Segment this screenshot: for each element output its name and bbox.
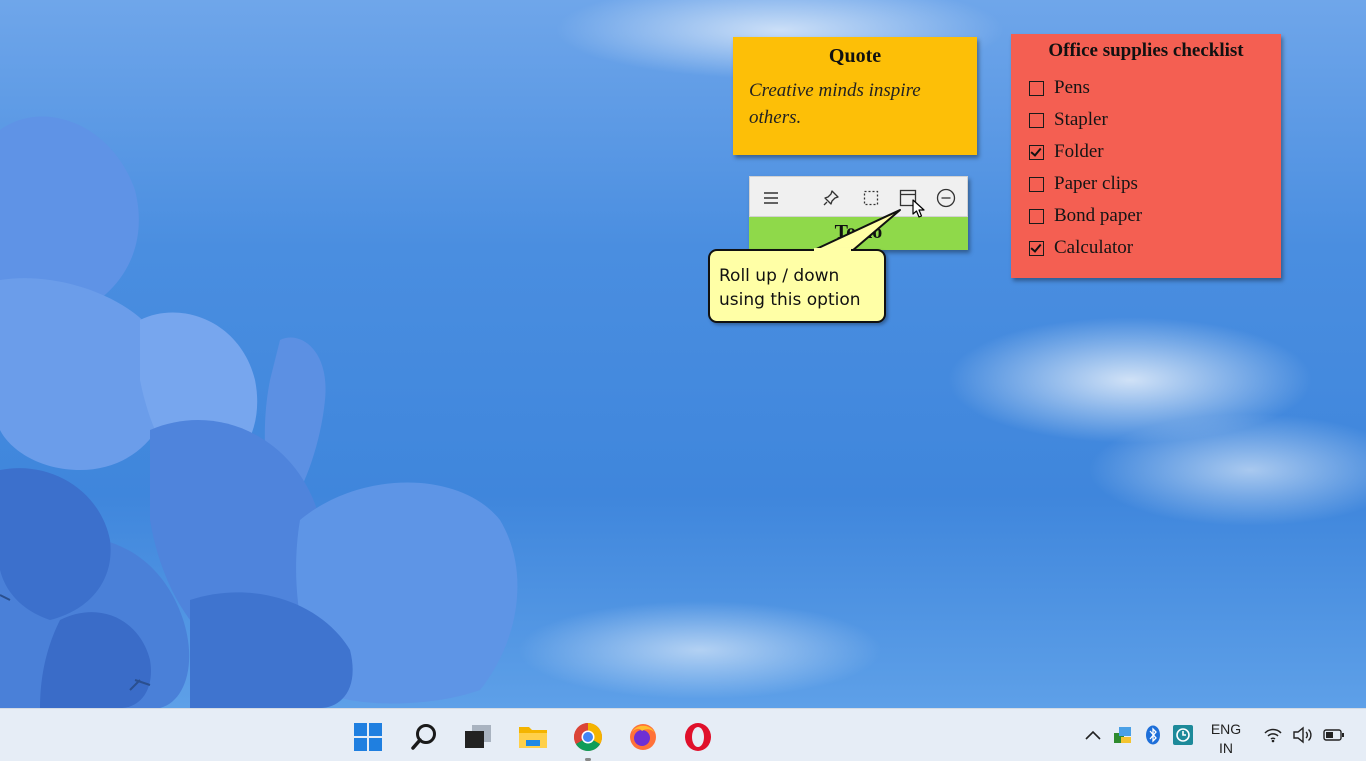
windows-start-icon[interactable] <box>352 721 384 753</box>
mouse-cursor-icon <box>912 199 925 218</box>
checklist-item-label: Bond paper <box>1054 205 1143 226</box>
checkbox[interactable] <box>1029 112 1044 128</box>
taskbar: ENG IN <box>0 708 1366 761</box>
callout-text: Roll up / down using this option <box>719 266 861 310</box>
checklist: Pens Stapler Folder Paper clips Bond pap… <box>1029 72 1142 264</box>
checklist-item[interactable]: Pens <box>1029 72 1142 104</box>
checklist-item-label: Paper clips <box>1054 173 1138 194</box>
todo-sticky-note[interactable]: To do <box>749 176 968 250</box>
note-title: To do <box>834 221 883 243</box>
note-body[interactable]: Creative minds inspire others. <box>749 77 965 131</box>
checklist-item[interactable]: Calculator <box>1029 232 1142 264</box>
opera-icon[interactable] <box>682 721 714 753</box>
flower-wallpaper-image <box>0 116 518 708</box>
checklist-sticky-note[interactable]: Office supplies checklist Pens Stapler F… <box>1011 34 1281 278</box>
region-code: IN <box>1219 740 1233 756</box>
note-title: Office supplies checklist <box>1048 40 1244 61</box>
checklist-item-label: Calculator <box>1054 237 1134 258</box>
checkbox[interactable] <box>1029 208 1044 224</box>
quote-sticky-note[interactable]: Quote Creative minds inspire others. <box>733 37 977 155</box>
chrome-icon[interactable] <box>572 721 604 753</box>
bluetooth-icon[interactable] <box>1143 723 1163 747</box>
chevron-up-icon[interactable] <box>1083 723 1103 747</box>
network-app-icon[interactable] <box>1112 723 1134 747</box>
task-view-icon[interactable] <box>462 721 494 753</box>
select-icon[interactable] <box>861 188 881 208</box>
pin-icon[interactable] <box>821 188 841 208</box>
firefox-icon[interactable] <box>627 721 659 753</box>
checkbox[interactable] <box>1029 176 1044 192</box>
checklist-item[interactable]: Stapler <box>1029 104 1142 136</box>
wifi-icon[interactable] <box>1262 723 1284 747</box>
battery-icon[interactable] <box>1322 723 1346 747</box>
checklist-item[interactable]: Bond paper <box>1029 200 1142 232</box>
checklist-item[interactable]: Folder <box>1029 136 1142 168</box>
checklist-item-label: Stapler <box>1054 109 1108 130</box>
minimize-icon[interactable] <box>936 188 956 208</box>
language-code: ENG <box>1210 721 1242 737</box>
backup-icon[interactable] <box>1171 723 1195 747</box>
checkbox[interactable] <box>1029 80 1044 96</box>
search-icon[interactable] <box>408 721 440 753</box>
language-indicator[interactable]: ENG IN <box>1208 720 1244 758</box>
file-explorer-icon[interactable] <box>517 721 549 753</box>
checklist-item[interactable]: Paper clips <box>1029 168 1142 200</box>
checklist-item-label: Pens <box>1054 77 1090 98</box>
note-title: Quote <box>828 45 882 67</box>
checkbox[interactable] <box>1029 240 1044 256</box>
note-header[interactable]: To do <box>749 217 968 250</box>
menu-icon[interactable] <box>761 188 781 208</box>
volume-icon[interactable] <box>1291 723 1315 747</box>
checklist-item-label: Folder <box>1054 141 1104 162</box>
note-toolbar <box>749 176 968 217</box>
callout-tooltip: Roll up / down using this option <box>708 249 886 323</box>
checkbox[interactable] <box>1029 144 1044 160</box>
